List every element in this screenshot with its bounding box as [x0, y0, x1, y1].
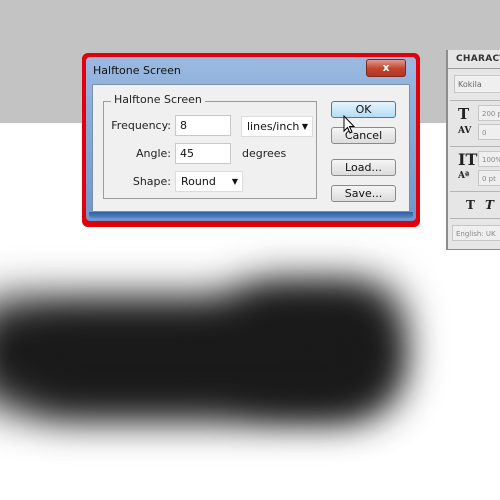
language-select[interactable]: English: UK — [452, 225, 500, 241]
frequency-label: Frequency: — [111, 119, 171, 132]
vertical-scale-field[interactable]: 100% — [478, 151, 500, 167]
close-icon: x — [382, 61, 390, 74]
load-button[interactable]: Load... — [331, 159, 396, 176]
character-panel: CHARACTER Kokila T 200 pt AV 0 IT 100% A… — [446, 50, 500, 250]
faux-italic-icon[interactable]: T — [485, 198, 494, 212]
cancel-button[interactable]: Cancel — [331, 127, 396, 144]
mouse-cursor-icon — [343, 115, 356, 134]
shape-value: Round — [181, 175, 216, 188]
close-button[interactable]: x — [366, 59, 406, 77]
angle-input[interactable]: 45 — [175, 143, 231, 164]
font-family-field[interactable]: Kokila — [454, 75, 500, 93]
faux-bold-icon[interactable]: T — [466, 198, 475, 212]
tracking-field[interactable]: 0 — [478, 124, 500, 140]
frequency-unit-value: lines/inch — [247, 120, 300, 133]
dialog-title: Halftone Screen — [93, 64, 181, 77]
blurred-text-shape — [20, 323, 380, 413]
shape-select[interactable]: Round ▼ — [175, 171, 243, 192]
tracking-icon: AV — [458, 126, 472, 136]
chevron-down-icon: ▼ — [231, 177, 238, 186]
angle-label: Angle: — [135, 147, 171, 160]
group-label: Halftone Screen — [111, 93, 205, 106]
chevron-down-icon: ▼ — [301, 122, 308, 131]
vertical-scale-icon: IT — [458, 150, 478, 169]
shape-label: Shape: — [132, 175, 171, 188]
angle-unit: degrees — [242, 147, 287, 160]
ok-button[interactable]: OK — [331, 101, 396, 118]
font-size-icon: T — [458, 105, 470, 123]
frequency-input[interactable]: 8 — [175, 115, 231, 136]
panel-title: CHARACTER — [456, 54, 500, 64]
dialog-body: Halftone Screen Frequency: 8 lines/inch … — [92, 84, 410, 212]
halftone-screen-dialog: Halftone Screen x Halftone Screen Freque… — [86, 57, 416, 221]
font-size-field[interactable]: 200 pt — [478, 105, 500, 121]
baseline-shift-field[interactable]: 0 pt — [478, 170, 500, 186]
frequency-unit-select[interactable]: lines/inch ▼ — [241, 116, 313, 137]
save-button[interactable]: Save... — [331, 185, 396, 202]
baseline-shift-icon: Aª — [458, 171, 470, 181]
